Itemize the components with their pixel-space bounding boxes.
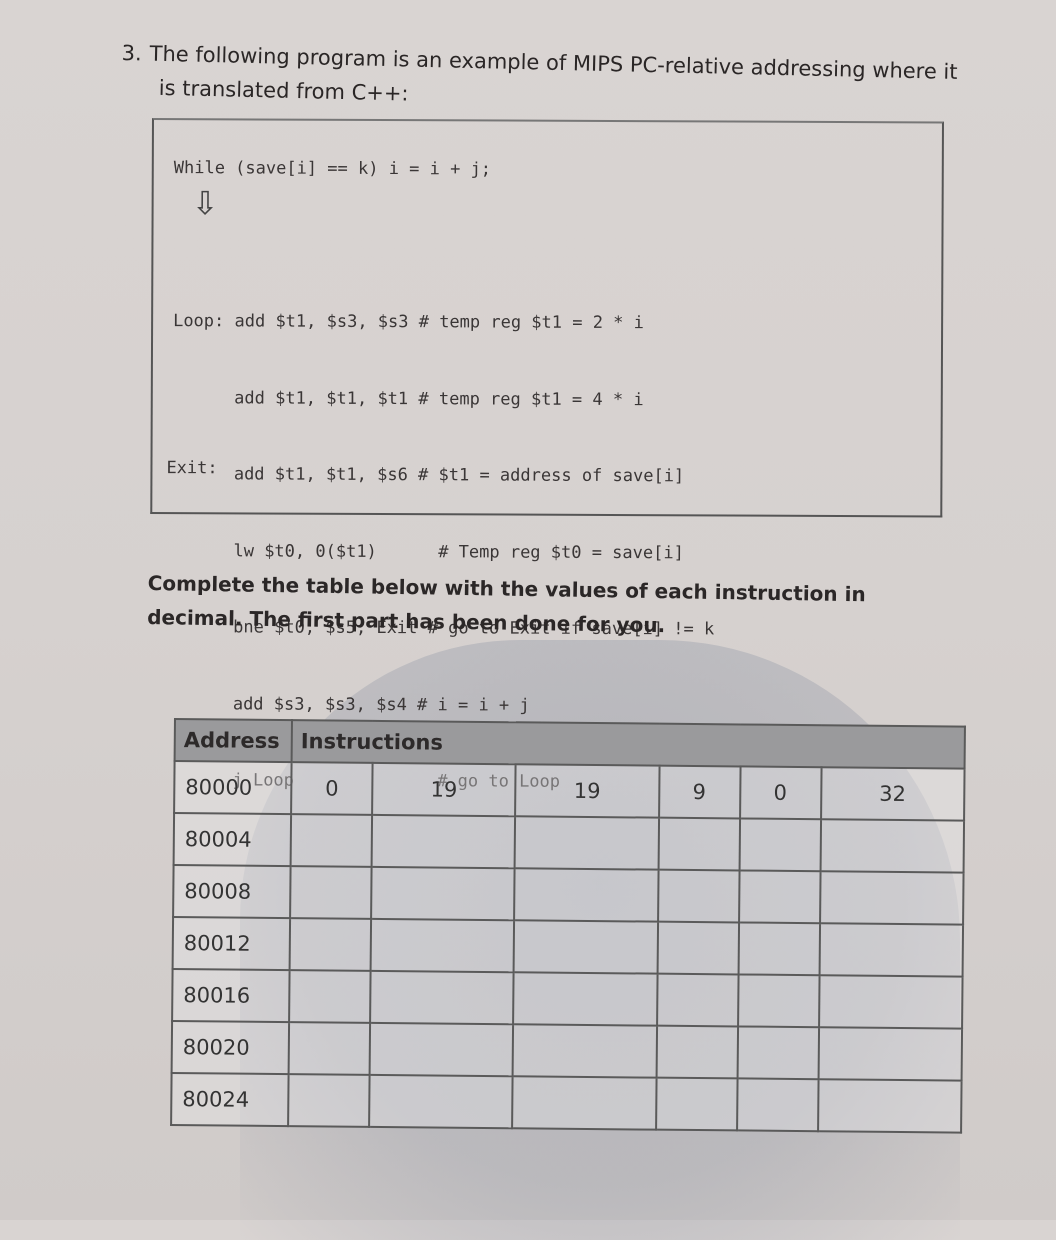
instruction-field-cell[interactable] [514,816,659,870]
instruction-field-cell[interactable] [289,970,371,1023]
instruction-field-cell[interactable] [657,869,740,923]
table-header-row: Address Instructions [174,719,965,769]
code-box: While (save[i] == k) i = i + j; ⇩ Loop: … [150,118,944,792]
address-cell: 80020 [171,1020,290,1075]
address-cell: 80024 [171,1072,289,1127]
instruction-field-cell[interactable]: 0 [739,766,822,820]
address-cell: 80004 [173,813,292,867]
instruction-field-cell[interactable] [739,818,821,872]
address-cell: 80008 [173,865,291,919]
instruction-field-cell[interactable] [370,970,514,1025]
instruction-field-cell[interactable] [513,972,658,1026]
instruction-field-cell[interactable] [737,1026,819,1080]
table-row: 80008 [173,865,964,925]
instruction-field-cell[interactable]: 0 [291,762,373,815]
table-row: 80020 [171,1020,963,1081]
instruction-field-cell[interactable] [512,1076,657,1130]
table-row: 80016 [172,968,963,1029]
instruction-field-cell[interactable] [371,814,516,869]
instruction-field-cell[interactable]: 32 [820,767,965,821]
instruction-field-cell[interactable] [370,918,515,973]
asm-line: add $t1, $t1, $t1 # temp reg $t1 = 4 * i [172,387,644,410]
instruction-field-cell[interactable] [289,918,372,971]
header-address: Address [174,719,292,763]
question-heading: 3. The following program is an example of… [120,36,1021,124]
instruction-field-cell[interactable]: 19 [515,764,660,818]
instruction-field-cell[interactable] [818,975,963,1029]
table-row: 80004 [173,813,965,873]
cpp-code-line: While (save[i] == k) i = i + j; [173,158,492,180]
instruction-field-cell[interactable] [369,1022,514,1077]
instruction-field-cell[interactable] [656,973,739,1027]
instruction-field-cell[interactable] [514,868,659,922]
address-cell: 80012 [172,917,291,971]
instruction-field-cell[interactable] [288,1022,371,1075]
question-number: 3. [121,40,142,66]
instruction-field-cell[interactable] [371,866,515,921]
instruction-field-cell[interactable] [737,974,820,1028]
instruction-field-cell[interactable] [512,1024,657,1078]
instruction-field-cell[interactable] [290,866,372,919]
instruction-field-cell[interactable] [369,1074,513,1129]
instruction-text: Complete the table below with the values… [147,570,866,638]
instruction-field-cell[interactable] [658,817,740,871]
instruction-field-cell[interactable] [290,814,373,867]
exit-label: Exit: [166,458,218,479]
asm-line: add $t1, $t1, $s6 # $t1 = address of sav… [172,464,685,487]
instruction-field-cell[interactable] [819,871,964,925]
asm-line: Loop: add $t1, $s3, $s3 # temp reg $t1 =… [173,311,644,334]
asm-line: lw $t0, 0($t1) # Temp reg $t0 = save[i] [172,540,684,563]
down-arrow-icon: ⇩ [191,184,219,223]
asm-line: add $s3, $s3, $s4 # i = i + j [171,693,530,716]
instruction-field-cell[interactable] [817,1079,962,1133]
instruction-field-cell[interactable] [818,1027,963,1081]
address-cell: 80016 [172,968,290,1023]
instruction-field-cell[interactable] [656,1025,738,1079]
header-instructions: Instructions [291,720,965,769]
table-row: 80012 [172,917,964,977]
instruction-field-cell[interactable]: 19 [372,762,516,817]
instruction-field-cell[interactable]: 9 [658,765,741,819]
instruction-field-cell[interactable] [655,1077,738,1131]
instruction-field-cell[interactable] [820,819,965,873]
table-row: 80000 0 19 19 9 0 32 [174,761,965,821]
instruction-field-cell[interactable] [738,922,820,976]
instruction-field-cell[interactable] [738,870,821,924]
instruction-table: Address Instructions 80000 0 19 19 9 0 32 80004… [170,718,966,1134]
table-row: 80024 [171,1072,962,1133]
instruction-field-cell[interactable] [819,923,964,977]
instruction-field-cell[interactable] [288,1074,370,1127]
address-cell: 80000 [174,761,292,815]
instruction-field-cell[interactable] [513,920,658,974]
instruction-field-cell[interactable] [657,921,739,975]
instruction-field-cell[interactable] [736,1078,819,1132]
